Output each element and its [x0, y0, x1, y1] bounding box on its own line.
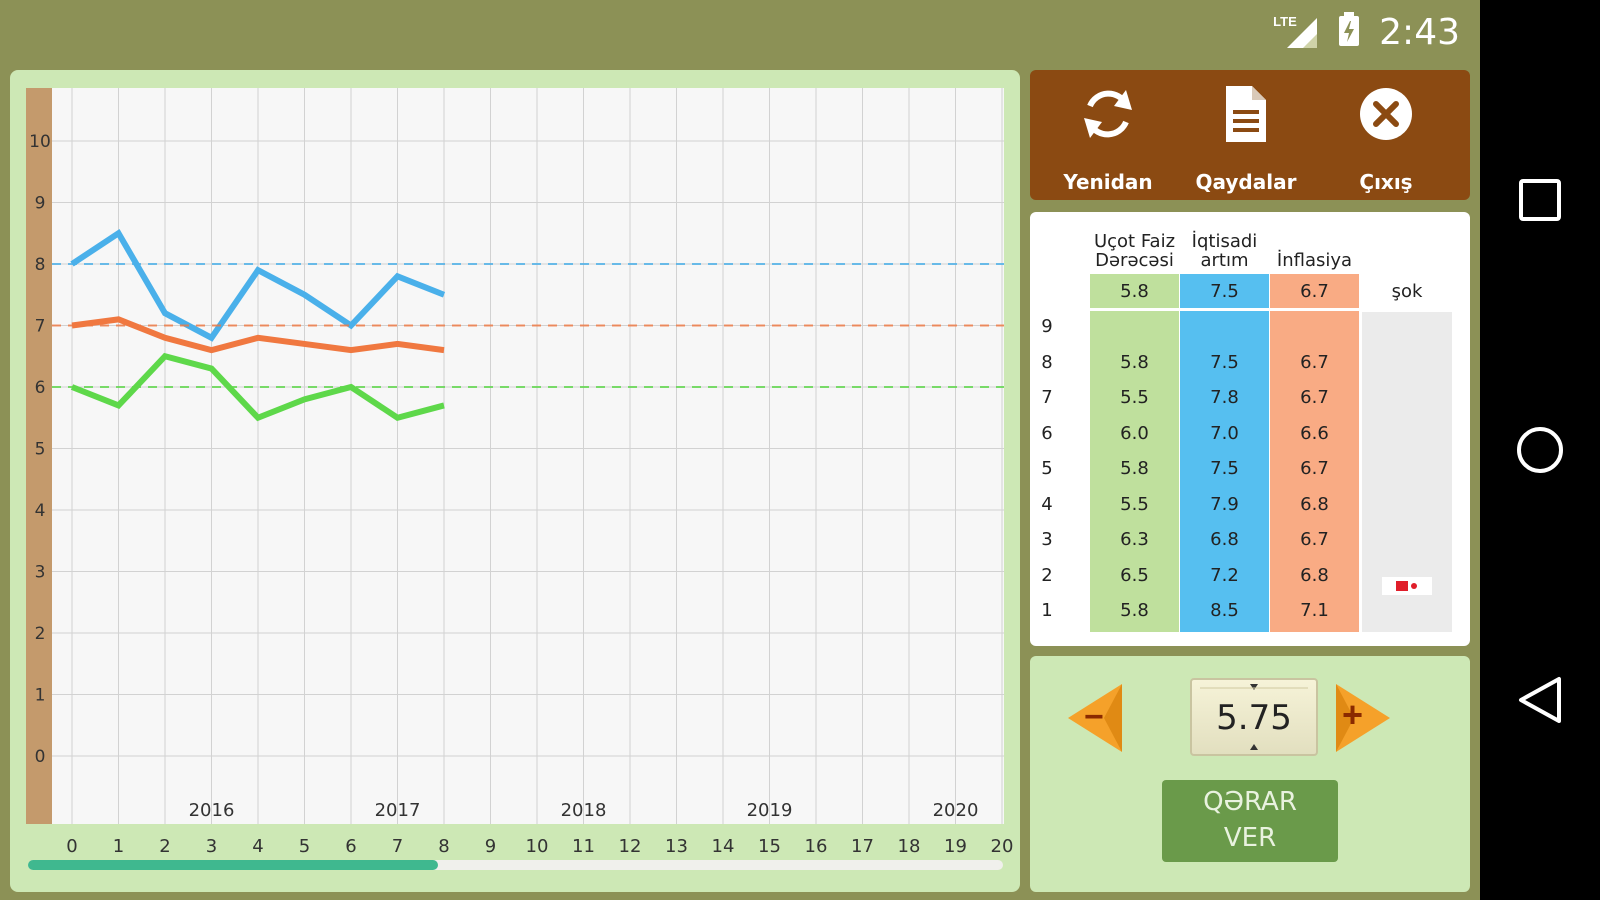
- growth-cell: 7.9: [1210, 493, 1239, 515]
- back-button[interactable]: [1480, 660, 1600, 740]
- row-number: 9: [1041, 316, 1053, 337]
- recent-apps-button[interactable]: [1480, 160, 1600, 240]
- rate-cell: 5.5: [1120, 493, 1149, 515]
- shock-flag-icon: [1382, 577, 1432, 595]
- row-number: 3: [1041, 529, 1053, 550]
- increase-button[interactable]: +: [1334, 680, 1394, 756]
- rate-header: Uçot Faiz Dərəcəsi: [1093, 231, 1176, 271]
- inflation-header: İnflasiya: [1276, 250, 1353, 271]
- restart-button[interactable]: Yenidan: [1038, 82, 1178, 194]
- row-number: 7: [1041, 387, 1053, 408]
- rate-cell: 6.5: [1120, 564, 1149, 586]
- plot-area: [26, 88, 1004, 824]
- navigation-bar: [1480, 0, 1600, 900]
- rules-label: Qaydalar: [1195, 170, 1297, 194]
- exit-button[interactable]: Çıxış: [1316, 82, 1456, 194]
- inflation-cell: 6.7: [1300, 387, 1329, 408]
- lte-signal-icon: LTE: [1273, 14, 1319, 50]
- inflation-cell: 6.8: [1300, 493, 1329, 515]
- rate-cell: 5.8: [1120, 458, 1149, 479]
- growth-cell: 7.0: [1210, 422, 1239, 444]
- row-number: 6: [1041, 422, 1053, 444]
- row-number: 5: [1041, 458, 1053, 479]
- inflation-cell: 6.7: [1300, 458, 1329, 479]
- rate-cell: 5.8: [1120, 600, 1149, 621]
- rate-cell: 5.8: [1120, 351, 1149, 373]
- circle-icon: [1517, 427, 1563, 473]
- growth-cell: 7.2: [1210, 564, 1239, 586]
- growth-cell: 7.5: [1210, 351, 1239, 373]
- battery-charging-icon: [1337, 11, 1361, 53]
- growth-cell: 8.5: [1210, 600, 1239, 621]
- timeline-progress-fill: [28, 860, 438, 870]
- rate-value-display: 5.75: [1190, 678, 1318, 756]
- shock-header: şok: [1391, 281, 1423, 302]
- rules-button[interactable]: Qaydalar: [1176, 82, 1316, 194]
- back-triangle-icon: [1519, 677, 1561, 723]
- restart-label: Yenidan: [1063, 170, 1153, 194]
- refresh-icon: [1084, 90, 1132, 138]
- row-number: 1: [1041, 600, 1053, 621]
- inflation-cell: 6.6: [1300, 422, 1329, 444]
- inflation-cell: 6.7: [1300, 529, 1329, 550]
- rate-cell: 6.0: [1120, 422, 1149, 444]
- y-axis-strip: [26, 88, 52, 824]
- decide-button[interactable]: QƏRAR VER: [1162, 780, 1338, 862]
- close-circle-icon: [1360, 88, 1412, 140]
- exit-label: Çıxış: [1359, 170, 1413, 194]
- home-button[interactable]: [1480, 410, 1600, 490]
- history-table: Uçot Faiz Dərəcəsi İqtisadi artım İnflas…: [1030, 212, 1470, 646]
- row-number: 4: [1041, 493, 1053, 515]
- growth-cell: 7.5: [1210, 458, 1239, 479]
- target-rate: 5.8: [1120, 281, 1149, 302]
- growth-cell: 7.8: [1210, 387, 1239, 408]
- target-row-separator: [1090, 308, 1360, 311]
- toolbar: Yenidan Qaydalar Çıxış: [1030, 70, 1470, 200]
- row-number: 8: [1041, 351, 1053, 373]
- target-growth: 7.5: [1210, 281, 1239, 302]
- growth-header: İqtisadi artım: [1191, 231, 1258, 271]
- status-bar: LTE 2:43: [0, 0, 1480, 64]
- row-number: 2: [1041, 564, 1053, 586]
- target-inflation: 6.7: [1300, 281, 1329, 302]
- rate-cell: 6.3: [1120, 529, 1149, 550]
- timeline-progress: [28, 860, 1003, 870]
- decision-panel: − 5.75 + QƏRAR VER: [1030, 656, 1470, 892]
- inflation-cell: 7.1: [1300, 600, 1329, 621]
- clock: 2:43: [1379, 11, 1460, 53]
- rate-value: 5.75: [1216, 698, 1292, 738]
- inflation-cell: 6.8: [1300, 564, 1329, 586]
- growth-cell: 6.8: [1210, 529, 1239, 550]
- square-icon: [1519, 179, 1561, 221]
- decrease-button[interactable]: −: [1064, 680, 1124, 756]
- inflation-cell: 6.7: [1300, 351, 1329, 373]
- rate-cell: 5.5: [1120, 387, 1149, 408]
- document-icon: [1226, 86, 1266, 142]
